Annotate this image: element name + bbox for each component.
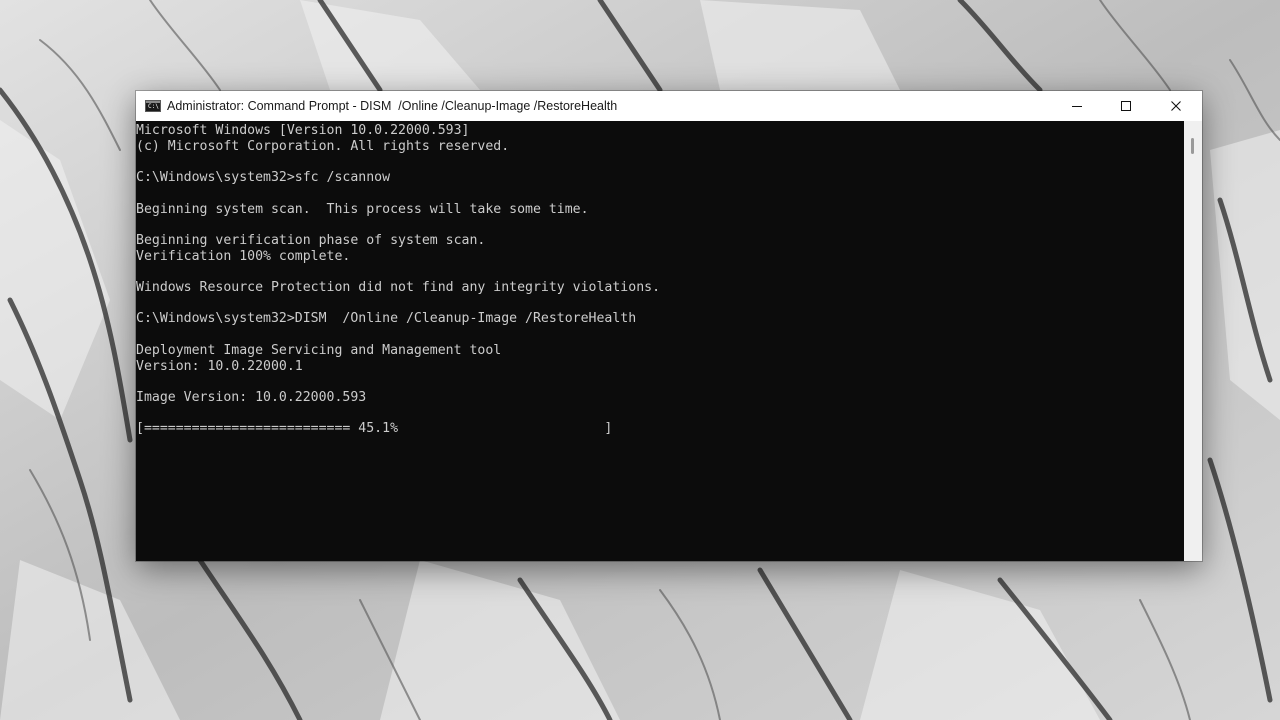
console-line: Beginning system scan. This process will… <box>136 201 589 217</box>
scrollbar-thumb[interactable] <box>1191 138 1194 154</box>
console-line: Microsoft Windows [Version 10.0.22000.59… <box>136 123 470 138</box>
dism-progress-line: [========================== 45.1% ] <box>136 421 613 437</box>
minimize-icon <box>1072 106 1082 107</box>
window-title: Administrator: Command Prompt - DISM /On… <box>167 99 618 113</box>
console-text: Microsoft Windows [Version 10.0.22000.59… <box>136 121 1184 437</box>
console-line: Version: 10.0.22000.1 <box>136 358 303 374</box>
console-output-area[interactable]: Microsoft Windows [Version 10.0.22000.59… <box>136 121 1184 561</box>
maximize-button[interactable] <box>1102 91 1150 121</box>
close-icon <box>1171 101 1181 111</box>
console-line: (c) Microsoft Corporation. All rights re… <box>136 138 510 154</box>
console-line: Deployment Image Servicing and Managemen… <box>136 342 502 358</box>
console-line: Image Version: 10.0.22000.593 <box>136 389 367 405</box>
console-history: Microsoft Windows [Version 10.0.22000.59… <box>136 123 660 405</box>
console-line: C:\Windows\system32>sfc /scannow <box>136 170 391 186</box>
close-button[interactable] <box>1152 91 1200 121</box>
vertical-scrollbar[interactable] <box>1184 121 1202 561</box>
console-line: Verification 100% complete. <box>136 248 351 264</box>
console-line: Windows Resource Protection did not find… <box>136 280 661 296</box>
title-bar[interactable]: C:\ Administrator: Command Prompt - DISM… <box>136 91 1202 121</box>
command-prompt-window[interactable]: C:\ Administrator: Command Prompt - DISM… <box>136 91 1202 561</box>
cmd-app-icon[interactable]: C:\ <box>145 100 161 112</box>
minimize-button[interactable] <box>1053 91 1101 121</box>
console-line: C:\Windows\system32>DISM /Online /Cleanu… <box>136 311 637 327</box>
maximize-icon <box>1121 101 1131 111</box>
console-line: Beginning verification phase of system s… <box>136 232 486 248</box>
